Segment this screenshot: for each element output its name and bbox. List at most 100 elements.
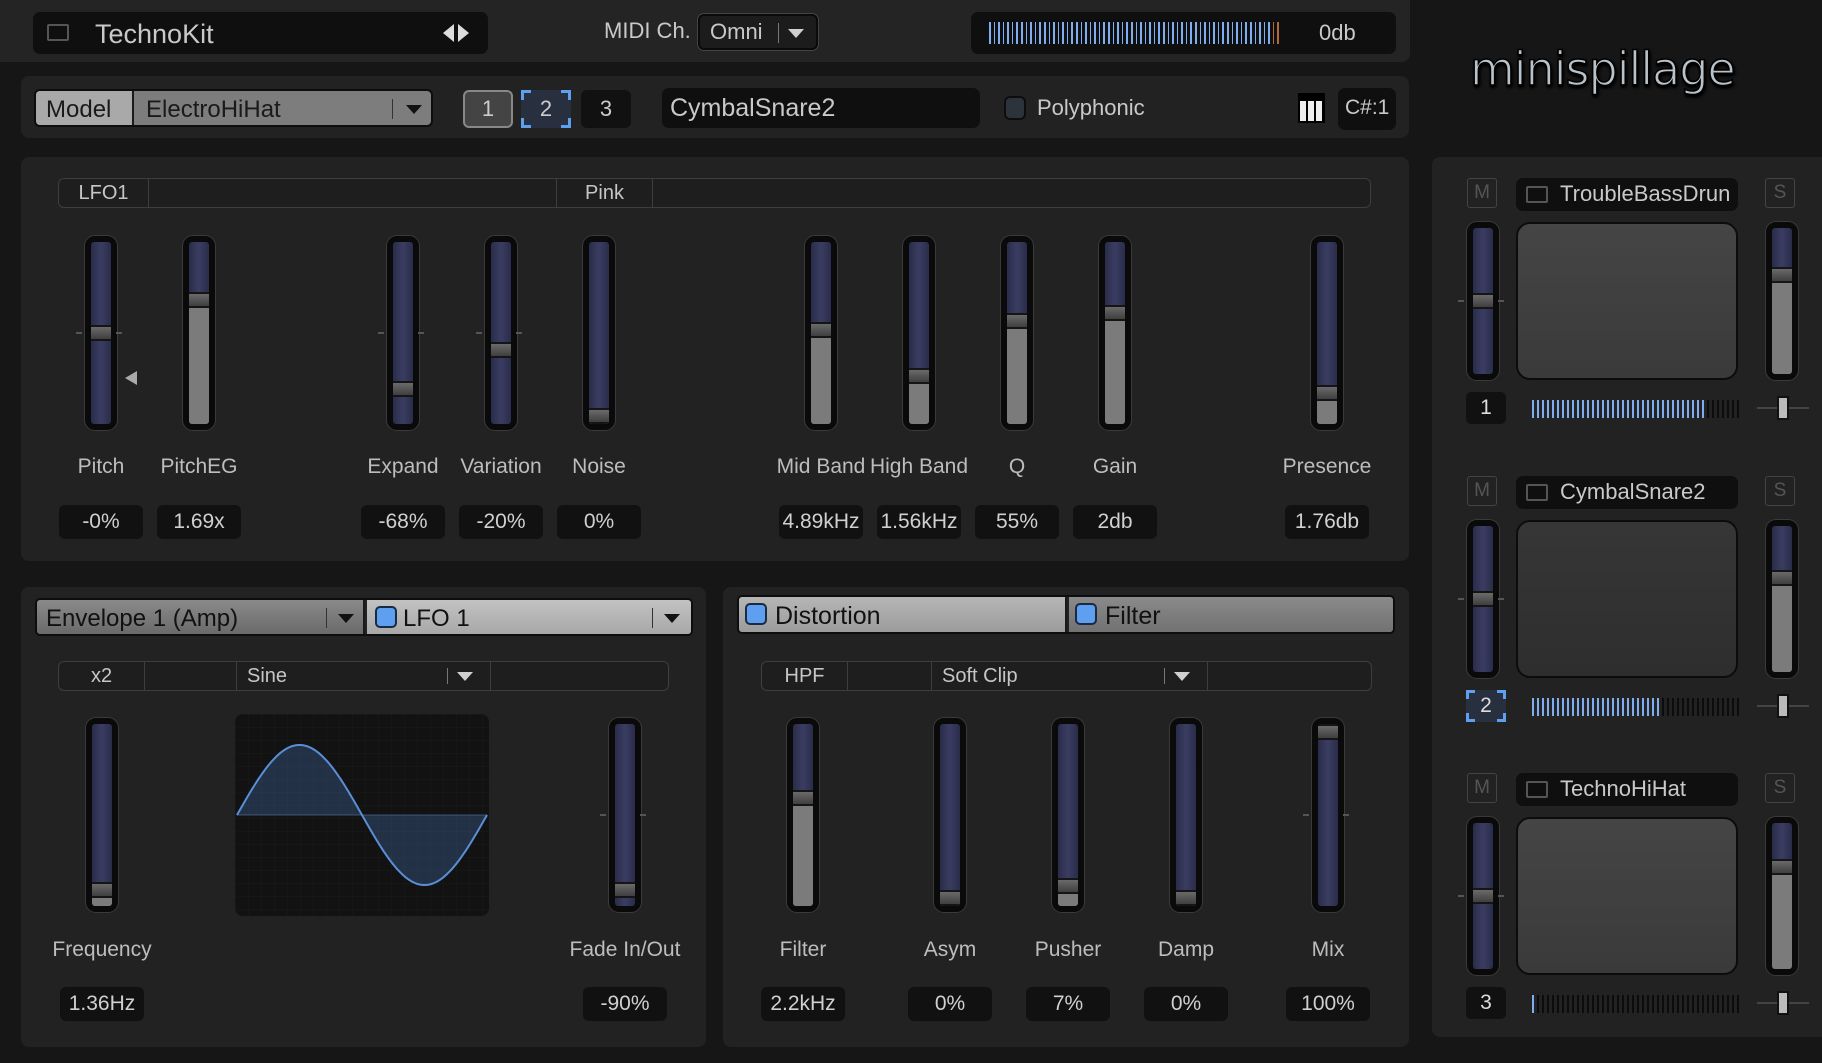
slider-thumb[interactable] (1317, 384, 1337, 401)
drum-pad[interactable] (1516, 520, 1738, 678)
damp-value[interactable]: 0% (1144, 987, 1228, 1021)
folder-icon[interactable] (1526, 186, 1548, 203)
model-selector[interactable]: Model ElectroHiHat (34, 89, 433, 127)
solo-button[interactable]: S (1765, 178, 1795, 208)
frequency-slider[interactable] (86, 718, 118, 912)
noise-value[interactable]: 0% (557, 505, 641, 539)
mute-button[interactable]: M (1467, 178, 1497, 208)
slider-thumb[interactable] (1772, 570, 1792, 587)
variation-value[interactable]: -20% (459, 505, 543, 539)
pusher-slider[interactable] (1052, 718, 1084, 912)
waveform-select[interactable]: Sine (237, 662, 491, 690)
slider-thumb[interactable] (615, 881, 635, 898)
asym-value[interactable]: 0% (908, 987, 992, 1021)
presence-value[interactable]: 1.76db (1285, 505, 1369, 539)
solo-button[interactable]: S (1765, 476, 1795, 506)
slot-button-3[interactable]: 3 (581, 90, 631, 128)
pusher-value[interactable]: 7% (1026, 987, 1110, 1021)
tab-lfo-1[interactable]: LFO 1 (367, 600, 691, 634)
channel-fader-handle[interactable] (1777, 694, 1789, 718)
next-kit-arrow-icon[interactable] (458, 24, 469, 42)
midi-channel-select[interactable]: Omni (698, 14, 818, 50)
mute-button[interactable]: M (1467, 476, 1497, 506)
filter-value[interactable]: 2.2kHz (761, 987, 845, 1021)
slider-thumb[interactable] (940, 890, 960, 906)
tab-distortion[interactable]: Distortion (739, 597, 1067, 632)
mid-band-value[interactable]: 4.89kHz (779, 505, 863, 539)
pan-slider[interactable] (1458, 222, 1504, 380)
expand-slider[interactable] (378, 236, 424, 430)
volume-slider[interactable] (1766, 817, 1798, 975)
slider-thumb[interactable] (811, 321, 831, 338)
distortion-mode-select[interactable]: Soft Clip (932, 662, 1208, 690)
slot-button-2[interactable]: 2 (521, 90, 571, 128)
slider-thumb[interactable] (1772, 859, 1792, 876)
volume-slider[interactable] (1766, 222, 1798, 380)
distortion-enable-checkbox[interactable] (745, 603, 767, 625)
kit-selector[interactable]: TechnoKit (33, 12, 488, 54)
slider-thumb[interactable] (189, 291, 209, 308)
solo-button[interactable]: S (1765, 773, 1795, 803)
presence-slider[interactable] (1311, 236, 1343, 430)
mix-slider[interactable] (1303, 718, 1349, 912)
asym-slider[interactable] (934, 718, 966, 912)
slider-thumb[interactable] (91, 325, 111, 341)
q-value[interactable]: 55% (975, 505, 1059, 539)
tab-envelope-1[interactable]: Envelope 1 (Amp) (37, 600, 365, 634)
folder-icon[interactable] (47, 24, 69, 41)
lfo-source-cell[interactable]: LFO1 (59, 179, 149, 207)
fade-in-out-slider[interactable] (600, 718, 646, 912)
prev-kit-arrow-icon[interactable] (443, 24, 454, 42)
channel-fader-handle[interactable] (1777, 396, 1789, 420)
high-band-value[interactable]: 1.56kHz (877, 505, 961, 539)
piano-keyboard-icon[interactable] (1298, 93, 1325, 123)
gain-value[interactable]: 2db (1073, 505, 1157, 539)
slider-thumb[interactable] (1473, 591, 1493, 607)
variation-slider[interactable] (476, 236, 522, 430)
slider-thumb[interactable] (1473, 888, 1493, 904)
polyphonic-checkbox[interactable] (1004, 96, 1026, 120)
slider-thumb[interactable] (92, 881, 112, 898)
drum-pad[interactable] (1516, 222, 1738, 380)
multiplier-cell[interactable]: x2 (59, 662, 145, 690)
slider-thumb[interactable] (589, 408, 609, 424)
filter-slider[interactable] (787, 718, 819, 912)
slider-thumb[interactable] (1105, 305, 1125, 322)
drum-name-field[interactable]: CymbalSnare2 (662, 88, 980, 128)
high-band-slider[interactable] (903, 236, 935, 430)
fade-in-out-value[interactable]: -90% (583, 987, 667, 1021)
slider-thumb[interactable] (1176, 890, 1196, 906)
slider-thumb[interactable] (1318, 724, 1338, 740)
damp-slider[interactable] (1170, 718, 1202, 912)
slider-thumb[interactable] (1007, 313, 1027, 330)
mid-band-slider[interactable] (805, 236, 837, 430)
filter-enable-checkbox[interactable] (1075, 603, 1097, 625)
channel-number[interactable]: 2 (1466, 690, 1506, 722)
pitcheg-slider[interactable] (183, 236, 215, 430)
channel-number[interactable]: 3 (1466, 987, 1506, 1019)
pan-slider[interactable] (1458, 817, 1504, 975)
slider-thumb[interactable] (793, 790, 813, 807)
channel-fader-handle[interactable] (1777, 991, 1789, 1015)
drum-pad[interactable] (1516, 817, 1738, 975)
pan-slider[interactable] (1458, 520, 1504, 678)
tab-filter[interactable]: Filter (1069, 597, 1393, 632)
pitch-slider[interactable] (76, 236, 122, 430)
folder-icon[interactable] (1526, 781, 1548, 798)
frequency-value[interactable]: 1.36Hz (60, 987, 144, 1021)
pitcheg-value[interactable]: 1.69x (157, 505, 241, 539)
slider-thumb[interactable] (1473, 293, 1493, 309)
mute-button[interactable]: M (1467, 773, 1497, 803)
q-slider[interactable] (1001, 236, 1033, 430)
filter-type-cell[interactable]: HPF (762, 662, 848, 690)
folder-icon[interactable] (1526, 484, 1548, 501)
lfo-enable-checkbox[interactable] (375, 606, 397, 628)
slider-thumb[interactable] (491, 341, 511, 358)
gain-slider[interactable] (1099, 236, 1131, 430)
noise-slider[interactable] (583, 236, 615, 430)
noise-type-cell[interactable]: Pink (557, 179, 653, 207)
channel-name-field[interactable]: TroubleBassDrun (1516, 178, 1738, 211)
slider-thumb[interactable] (1058, 878, 1078, 895)
note-field[interactable]: C#:1 (1338, 88, 1396, 130)
slider-thumb[interactable] (1772, 267, 1792, 283)
